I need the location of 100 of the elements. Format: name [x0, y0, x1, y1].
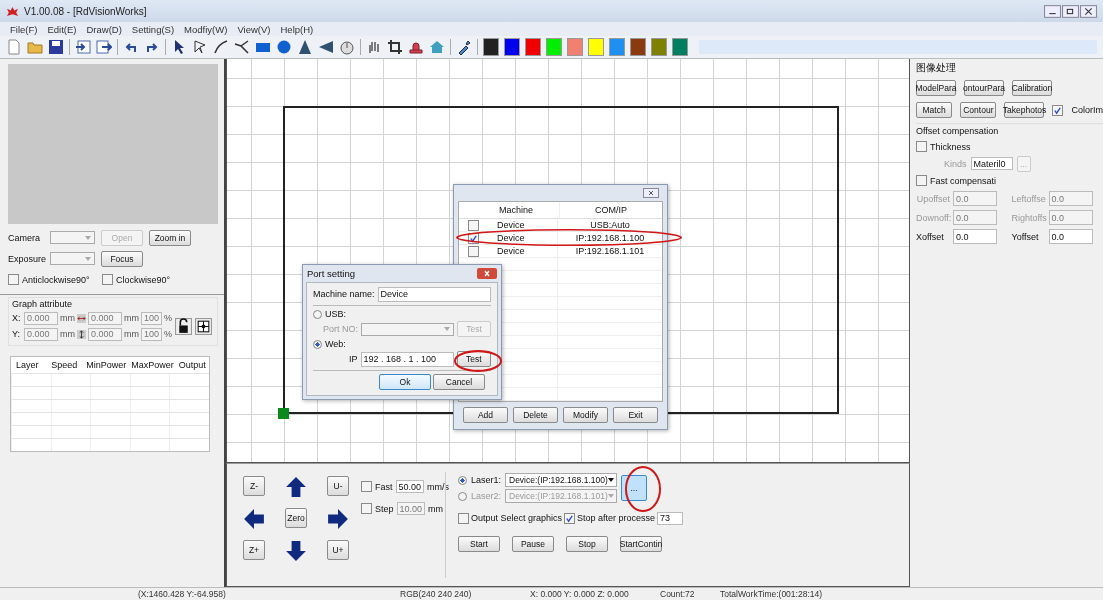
dialog-button[interactable]: Delete	[513, 407, 558, 423]
color-swatch[interactable]	[483, 38, 499, 56]
restore-icon[interactable]	[1062, 4, 1079, 18]
color-swatch[interactable]	[588, 38, 604, 56]
tool-button[interactable]: ontourPara	[964, 80, 1004, 96]
radio-button[interactable]	[313, 309, 322, 319]
curve-icon[interactable]	[213, 39, 229, 55]
color-swatch[interactable]	[630, 38, 646, 56]
close-icon[interactable]	[477, 268, 497, 279]
speed-field[interactable]: 50.00	[395, 480, 425, 493]
scale-field[interactable]: 100	[141, 327, 162, 341]
minimize-icon[interactable]	[1044, 4, 1061, 18]
close-icon[interactable]	[1080, 4, 1097, 18]
checkbox[interactable]	[467, 219, 479, 231]
dialog-button[interactable]: Add	[463, 407, 508, 423]
column-header[interactable]: MaxPower	[126, 360, 174, 370]
tool-button[interactable]: ModelPara	[916, 80, 956, 96]
u-plus-button[interactable]: U+	[327, 540, 349, 560]
run-button[interactable]: Pause	[512, 536, 554, 552]
arrowhead-icon[interactable]	[318, 39, 334, 55]
zoom-in-button[interactable]: Zoom in	[149, 229, 191, 246]
circle-icon[interactable]	[276, 39, 292, 55]
checkbox[interactable]	[8, 274, 19, 285]
position-field[interactable]: 0.000	[24, 311, 58, 325]
z-plus-button[interactable]: Z+	[243, 540, 265, 560]
color-swatch[interactable]	[567, 38, 583, 56]
arrow-right-icon[interactable]	[327, 508, 349, 530]
color-swatch[interactable]	[525, 38, 541, 56]
color-swatch[interactable]	[546, 38, 562, 56]
checkbox[interactable]	[467, 232, 479, 244]
menu-item[interactable]: Help(H)	[280, 23, 314, 35]
checkbox[interactable]	[467, 245, 479, 257]
arrow-left-icon[interactable]	[243, 508, 265, 530]
menu-item[interactable]: Edit(E)	[47, 23, 77, 35]
menu-item[interactable]: Setting(S)	[131, 23, 175, 35]
run-button[interactable]: Start	[458, 536, 500, 552]
checkbox[interactable]	[916, 175, 927, 186]
menu-item[interactable]: View(V)	[237, 23, 271, 35]
dialog-button[interactable]: Exit	[613, 407, 658, 423]
color-swatch[interactable]	[504, 38, 520, 56]
kinds-field[interactable]: Materil0	[970, 157, 1013, 170]
radio-button[interactable]	[458, 491, 467, 501]
import-icon[interactable]	[75, 39, 91, 55]
size-field[interactable]: 0.000	[88, 327, 122, 341]
crop-icon[interactable]	[387, 39, 403, 55]
run-button[interactable]: StartContin	[620, 536, 662, 552]
checkbox[interactable]	[1052, 104, 1064, 116]
scale-field[interactable]: 100	[141, 311, 162, 325]
offset-field[interactable]: 0.0	[953, 229, 997, 244]
ip-address-field[interactable]: 192 . 168 . 1 . 100	[360, 351, 454, 367]
cancel-button[interactable]: Cancel	[433, 374, 485, 390]
offset-field[interactable]: 0.0	[1048, 229, 1093, 244]
radio-button[interactable]	[313, 339, 322, 349]
column-header[interactable]: Layer	[11, 360, 47, 370]
save-icon[interactable]	[48, 39, 64, 55]
arrow-down-icon[interactable]	[285, 540, 307, 562]
run-button[interactable]: Stop	[566, 536, 608, 552]
ok-button[interactable]: Ok	[379, 374, 431, 390]
position-field[interactable]: 0.000	[24, 327, 58, 341]
column-header[interactable]: Machine	[487, 205, 559, 215]
menu-item[interactable]: Draw(D)	[86, 23, 122, 35]
color-swatch[interactable]	[672, 38, 688, 56]
u-minus-button[interactable]: U-	[327, 476, 349, 496]
stamp-icon[interactable]	[408, 39, 424, 55]
more-button[interactable]: ...	[621, 475, 647, 501]
dialog-button[interactable]: Modify	[563, 407, 608, 423]
zero-button[interactable]: Zero	[285, 508, 307, 528]
lock-icon[interactable]	[175, 317, 192, 335]
color-swatch[interactable]	[651, 38, 667, 56]
polyline-icon[interactable]	[234, 39, 250, 55]
column-header[interactable]: Speed	[46, 360, 82, 370]
checkbox[interactable]	[458, 512, 469, 524]
column-header[interactable]: Output	[173, 360, 209, 370]
focus-button[interactable]: Focus	[101, 250, 143, 267]
count-field[interactable]: 73	[657, 511, 684, 525]
column-header[interactable]: COM/IP	[559, 202, 662, 218]
tool-button[interactable]: Contour	[960, 102, 997, 118]
radio-button[interactable]	[458, 475, 467, 485]
z-minus-button[interactable]: Z-	[243, 476, 265, 496]
tool-button[interactable]: Match	[916, 102, 953, 118]
eyedropper-icon[interactable]	[456, 39, 472, 55]
checkbox[interactable]	[102, 274, 113, 285]
grid-align-icon[interactable]	[195, 317, 212, 335]
node-edit-icon[interactable]	[192, 39, 208, 55]
menu-item[interactable]: Modfiy(W)	[184, 23, 228, 35]
house-icon[interactable]	[429, 39, 445, 55]
laser-device-dropdown[interactable]: Device:(IP:192.168.1.100)	[505, 473, 617, 487]
arrow-up-icon[interactable]	[285, 476, 307, 498]
folder-icon[interactable]	[27, 39, 43, 55]
tool-button[interactable]: Calibration	[1012, 80, 1052, 96]
triangle-icon[interactable]	[297, 39, 313, 55]
checkbox[interactable]	[361, 481, 372, 492]
menu-item[interactable]: File(F)	[10, 23, 38, 35]
color-swatch[interactable]	[609, 38, 625, 56]
drawing-canvas[interactable]: Machine COM/IP Device USB:Auto Device IP:192.168.1.100 Device IP:192.168.1.101 Add Delete Modify Exit Port setting Machine name: Device USB: Port NO: Test Web: IP 192 . 168 . 1 . 100 Test Ok Cancel	[226, 59, 910, 463]
tool-button[interactable]: Takephotos	[1004, 102, 1045, 118]
checkbox[interactable]	[564, 512, 576, 524]
size-field[interactable]: 0.000	[88, 311, 122, 325]
machine-name-field[interactable]: Device	[377, 286, 491, 302]
export-icon[interactable]	[96, 39, 112, 55]
